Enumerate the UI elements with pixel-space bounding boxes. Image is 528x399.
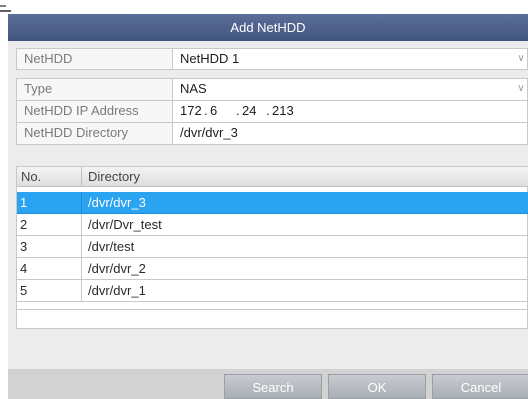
ip-octet-4[interactable]: 213: [272, 101, 294, 121]
row-number: 1: [20, 195, 28, 210]
table-row[interactable]: 2 /dvr/Dvr_test: [17, 214, 528, 236]
ip-address-field[interactable]: 172 . 6 . 24 . 213: [173, 101, 333, 122]
dialog-title: Add NetHDD: [8, 14, 528, 41]
corner-mark: [0, 0, 12, 12]
table-row[interactable]: 5 /dvr/dvr_1: [17, 280, 528, 302]
ip-dot: .: [266, 103, 270, 118]
type-select[interactable]: NAS: [173, 79, 513, 100]
chevron-down-icon[interactable]: ∨: [515, 79, 527, 99]
ip-octet-2[interactable]: 6: [210, 101, 217, 121]
chevron-down-icon[interactable]: ∨: [515, 49, 527, 69]
row-directory: /dvr/dvr_1: [81, 280, 146, 301]
column-header-directory: Directory: [81, 167, 528, 187]
nethdd-label: NetHDD: [17, 49, 173, 69]
cancel-button[interactable]: Cancel: [432, 374, 528, 399]
row-directory: /dvr/test: [81, 236, 134, 257]
row-number: 5: [20, 283, 28, 298]
table-row[interactable]: 3 /dvr/test: [17, 236, 528, 258]
connection-fields: Type NAS ∨ NetHDD IP Address 172 . 6 . 2…: [16, 78, 528, 145]
row-number: 3: [20, 239, 28, 254]
search-button[interactable]: Search: [224, 374, 322, 399]
type-label: Type: [17, 79, 173, 100]
add-nethdd-dialog: Add NetHDD NetHDD NetHDD 1 ∨ Type NAS ∨ …: [8, 14, 528, 399]
row-directory: /dvr/dvr_2: [81, 258, 146, 279]
empty-row: [17, 302, 528, 310]
ip-dot: .: [204, 103, 208, 118]
ip-label: NetHDD IP Address: [17, 101, 173, 122]
row-number: 2: [20, 217, 28, 232]
row-number: 4: [20, 261, 28, 276]
row-directory: /dvr/Dvr_test: [81, 214, 162, 235]
table-row[interactable]: 1 /dvr/dvr_3: [17, 192, 528, 214]
ip-octet-3[interactable]: 24: [242, 101, 256, 121]
row-directory: /dvr/dvr_3: [81, 192, 146, 213]
nethdd-select[interactable]: NetHDD 1: [173, 49, 513, 69]
ip-dot: .: [236, 103, 240, 118]
directory-field[interactable]: /dvr/dvr_3: [173, 123, 513, 144]
column-header-no: No.: [17, 167, 81, 187]
directory-list: No. Directory 1 /dvr/dvr_3 2 /dvr/Dvr_te…: [16, 166, 528, 329]
ip-octet-1[interactable]: 172: [180, 101, 202, 121]
directory-label: NetHDD Directory: [17, 123, 173, 144]
ok-button[interactable]: OK: [328, 374, 426, 399]
table-row[interactable]: 4 /dvr/dvr_2: [17, 258, 528, 280]
nethdd-row: NetHDD NetHDD 1 ∨: [16, 48, 528, 70]
